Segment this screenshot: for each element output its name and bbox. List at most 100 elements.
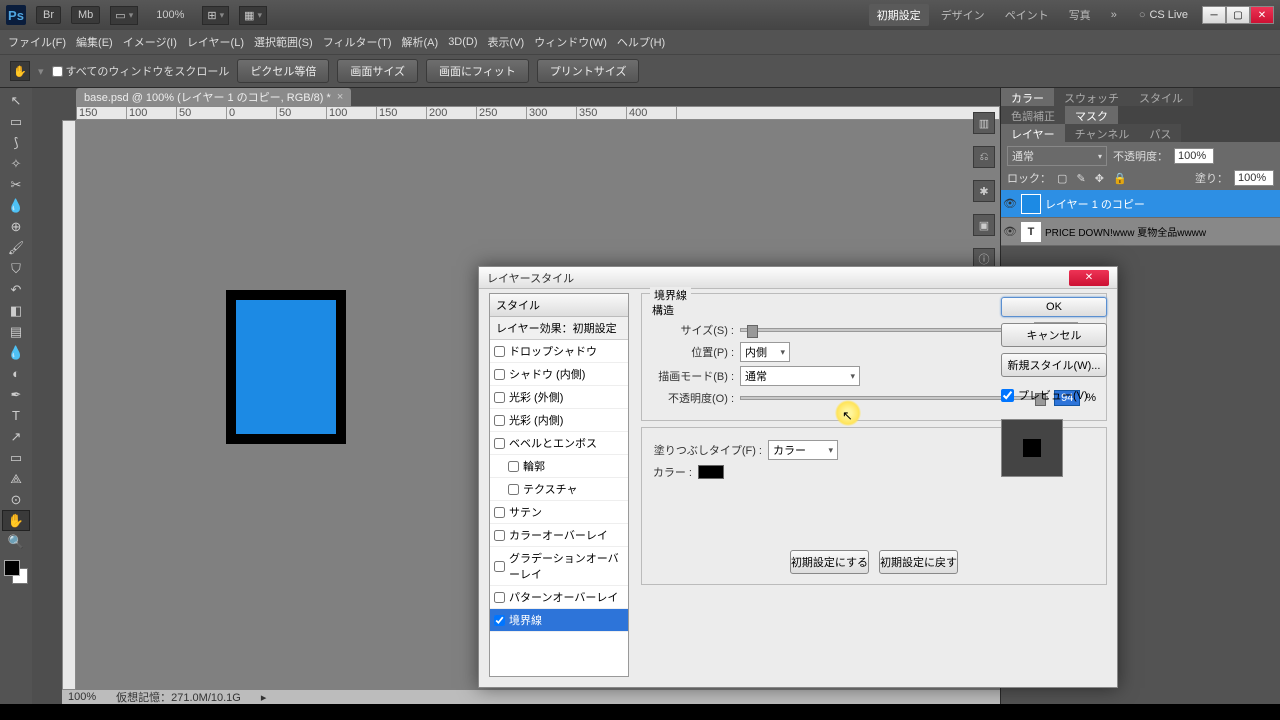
hand-tool[interactable]: ✋ — [2, 510, 30, 531]
menu-image[interactable]: イメージ(I) — [123, 34, 177, 50]
tab-close-icon[interactable]: × — [337, 91, 343, 103]
workspace-mode-1[interactable]: デザイン — [933, 4, 993, 26]
eraser-tool[interactable]: ◧ — [2, 300, 30, 321]
eyedropper-tool[interactable]: 💧 — [2, 195, 30, 216]
layer-thumb[interactable]: T — [1021, 222, 1041, 242]
style-inner-glow[interactable]: 光彩 (内側) — [490, 409, 628, 432]
cslive-button[interactable]: CS Live — [1139, 9, 1188, 21]
3d-tool[interactable]: ⟁ — [2, 468, 30, 489]
style-inner-shadow[interactable]: シャドウ (内側) — [490, 363, 628, 386]
style-stroke[interactable]: 境界線 — [490, 609, 628, 632]
lock-icons[interactable]: ▢ ✎ ✥ 🔒 — [1057, 172, 1130, 185]
crop-tool[interactable]: ✂ — [2, 174, 30, 195]
blend-mode-dd[interactable]: 通常 — [1007, 146, 1107, 166]
layer-thumb[interactable] — [1021, 194, 1041, 214]
camera-tool[interactable]: ⊙ — [2, 489, 30, 510]
status-zoom[interactable]: 100% — [68, 691, 96, 703]
style-satin[interactable]: サテン — [490, 501, 628, 524]
menu-layer[interactable]: レイヤー(L) — [187, 34, 244, 50]
opt-btn-2[interactable]: 画面にフィット — [426, 59, 529, 83]
opacity-field[interactable]: 100% — [1174, 148, 1214, 164]
style-gradient-overlay[interactable]: グラデーションオーバーレイ — [490, 547, 628, 586]
screen-mode-dd[interactable]: ▭ — [110, 6, 138, 25]
style-outer-glow[interactable]: 光彩 (外側) — [490, 386, 628, 409]
zoom-level[interactable]: 100% — [156, 9, 184, 21]
tab-channels[interactable]: チャンネル — [1065, 124, 1140, 142]
panel-icon-1[interactable]: ▥ — [973, 112, 995, 134]
heal-tool[interactable]: ⊕ — [2, 216, 30, 237]
pen-tool[interactable]: ✒ — [2, 384, 30, 405]
position-dd[interactable]: 内側 — [740, 342, 790, 362]
tab-mask[interactable]: マスク — [1065, 106, 1118, 124]
hand-tool-icon[interactable]: ✋ — [10, 61, 30, 81]
ok-button[interactable]: OK — [1001, 297, 1107, 317]
opt-btn-1[interactable]: 画面サイズ — [337, 59, 418, 83]
marquee-tool[interactable]: ▭ — [2, 111, 30, 132]
visibility-icon[interactable]: 👁 — [1003, 225, 1017, 238]
menu-select[interactable]: 選択範囲(S) — [254, 34, 313, 50]
document-tab[interactable]: base.psd @ 100% (レイヤー 1 のコピー, RGB/8) *× — [76, 88, 351, 106]
style-drop-shadow[interactable]: ドロップシャドウ — [490, 340, 628, 363]
preview-checkbox[interactable]: プレビュー(V) — [1001, 387, 1107, 403]
minimize-icon[interactable]: ─ — [1202, 6, 1226, 24]
workspace-more[interactable]: » — [1103, 6, 1125, 24]
scroll-all-checkbox[interactable]: すべてのウィンドウをスクロール — [52, 63, 230, 79]
visibility-icon[interactable]: 👁 — [1003, 197, 1017, 210]
style-color-overlay[interactable]: カラーオーバーレイ — [490, 524, 628, 547]
workspace-mode-3[interactable]: 写真 — [1061, 4, 1099, 26]
layer-row[interactable]: 👁 レイヤー 1 のコピー — [1001, 190, 1280, 218]
reset-default-button[interactable]: 初期設定に戻す — [879, 550, 958, 574]
blur-tool[interactable]: 💧 — [2, 342, 30, 363]
menu-analysis[interactable]: 解析(A) — [402, 34, 439, 50]
opt-btn-0[interactable]: ピクセル等倍 — [237, 59, 329, 83]
menu-window[interactable]: ウィンドウ(W) — [534, 34, 607, 50]
panel-icon-3[interactable]: ✱ — [973, 180, 995, 202]
arrange-dd[interactable]: ⊞ — [202, 6, 229, 25]
history-tool[interactable]: ↶ — [2, 279, 30, 300]
dodge-tool[interactable]: ◐ — [2, 363, 30, 384]
stamp-tool[interactable]: ⛉ — [2, 258, 30, 279]
status-arrow[interactable]: ▸ — [261, 691, 267, 704]
maximize-icon[interactable]: ▢ — [1226, 6, 1250, 24]
style-contour[interactable]: 輪郭 — [490, 455, 628, 478]
tab-paths[interactable]: パス — [1139, 124, 1181, 142]
menu-edit[interactable]: 編集(E) — [76, 34, 113, 50]
opt-btn-3[interactable]: プリントサイズ — [537, 59, 640, 83]
color-swatch[interactable] — [698, 465, 724, 479]
type-tool[interactable]: T — [2, 405, 30, 426]
menu-file[interactable]: ファイル(F) — [8, 34, 66, 50]
filltype-dd[interactable]: カラー — [768, 440, 838, 460]
menu-view[interactable]: 表示(V) — [488, 34, 525, 50]
tab-adjust[interactable]: 色調補正 — [1001, 106, 1065, 124]
shape-tool[interactable]: ▭ — [2, 447, 30, 468]
gradient-tool[interactable]: ▤ — [2, 321, 30, 342]
menu-filter[interactable]: フィルター(T) — [323, 34, 392, 50]
styles-header[interactable]: スタイル — [490, 294, 628, 317]
lasso-tool[interactable]: ⟆ — [2, 132, 30, 153]
new-style-button[interactable]: 新規スタイル(W)... — [1001, 353, 1107, 377]
panel-icon-4[interactable]: ▣ — [973, 214, 995, 236]
color-swatches[interactable] — [2, 558, 30, 586]
brush-tool[interactable]: 🖌 — [2, 237, 30, 258]
workspace-mode-0[interactable]: 初期設定 — [869, 4, 929, 26]
menu-help[interactable]: ヘルプ(H) — [617, 34, 665, 50]
style-bevel[interactable]: ベベルとエンボス — [490, 432, 628, 455]
dialog-close-icon[interactable]: ✕ — [1069, 270, 1109, 286]
workspace-mode-2[interactable]: ペイント — [997, 4, 1057, 26]
cancel-button[interactable]: キャンセル — [1001, 323, 1107, 347]
tab-swatch[interactable]: スウォッチ — [1054, 88, 1129, 106]
make-default-button[interactable]: 初期設定にする — [790, 550, 869, 574]
tab-layers[interactable]: レイヤー — [1001, 124, 1065, 142]
style-texture[interactable]: テクスチャ — [490, 478, 628, 501]
style-pattern-overlay[interactable]: パターンオーバーレイ — [490, 586, 628, 609]
panel-icon-2[interactable]: ⎌ — [973, 146, 995, 168]
close-icon[interactable]: ✕ — [1250, 6, 1274, 24]
menu-3d[interactable]: 3D(D) — [448, 36, 477, 48]
tab-color[interactable]: カラー — [1001, 88, 1054, 106]
minibridge-icon[interactable]: Mb — [71, 6, 100, 24]
tab-styles[interactable]: スタイル — [1129, 88, 1193, 106]
fill-field[interactable]: 100% — [1234, 170, 1274, 186]
move-tool[interactable]: ↖ — [2, 90, 30, 111]
zoom-tool[interactable]: 🔍 — [2, 531, 30, 552]
wand-tool[interactable]: ✧ — [2, 153, 30, 174]
